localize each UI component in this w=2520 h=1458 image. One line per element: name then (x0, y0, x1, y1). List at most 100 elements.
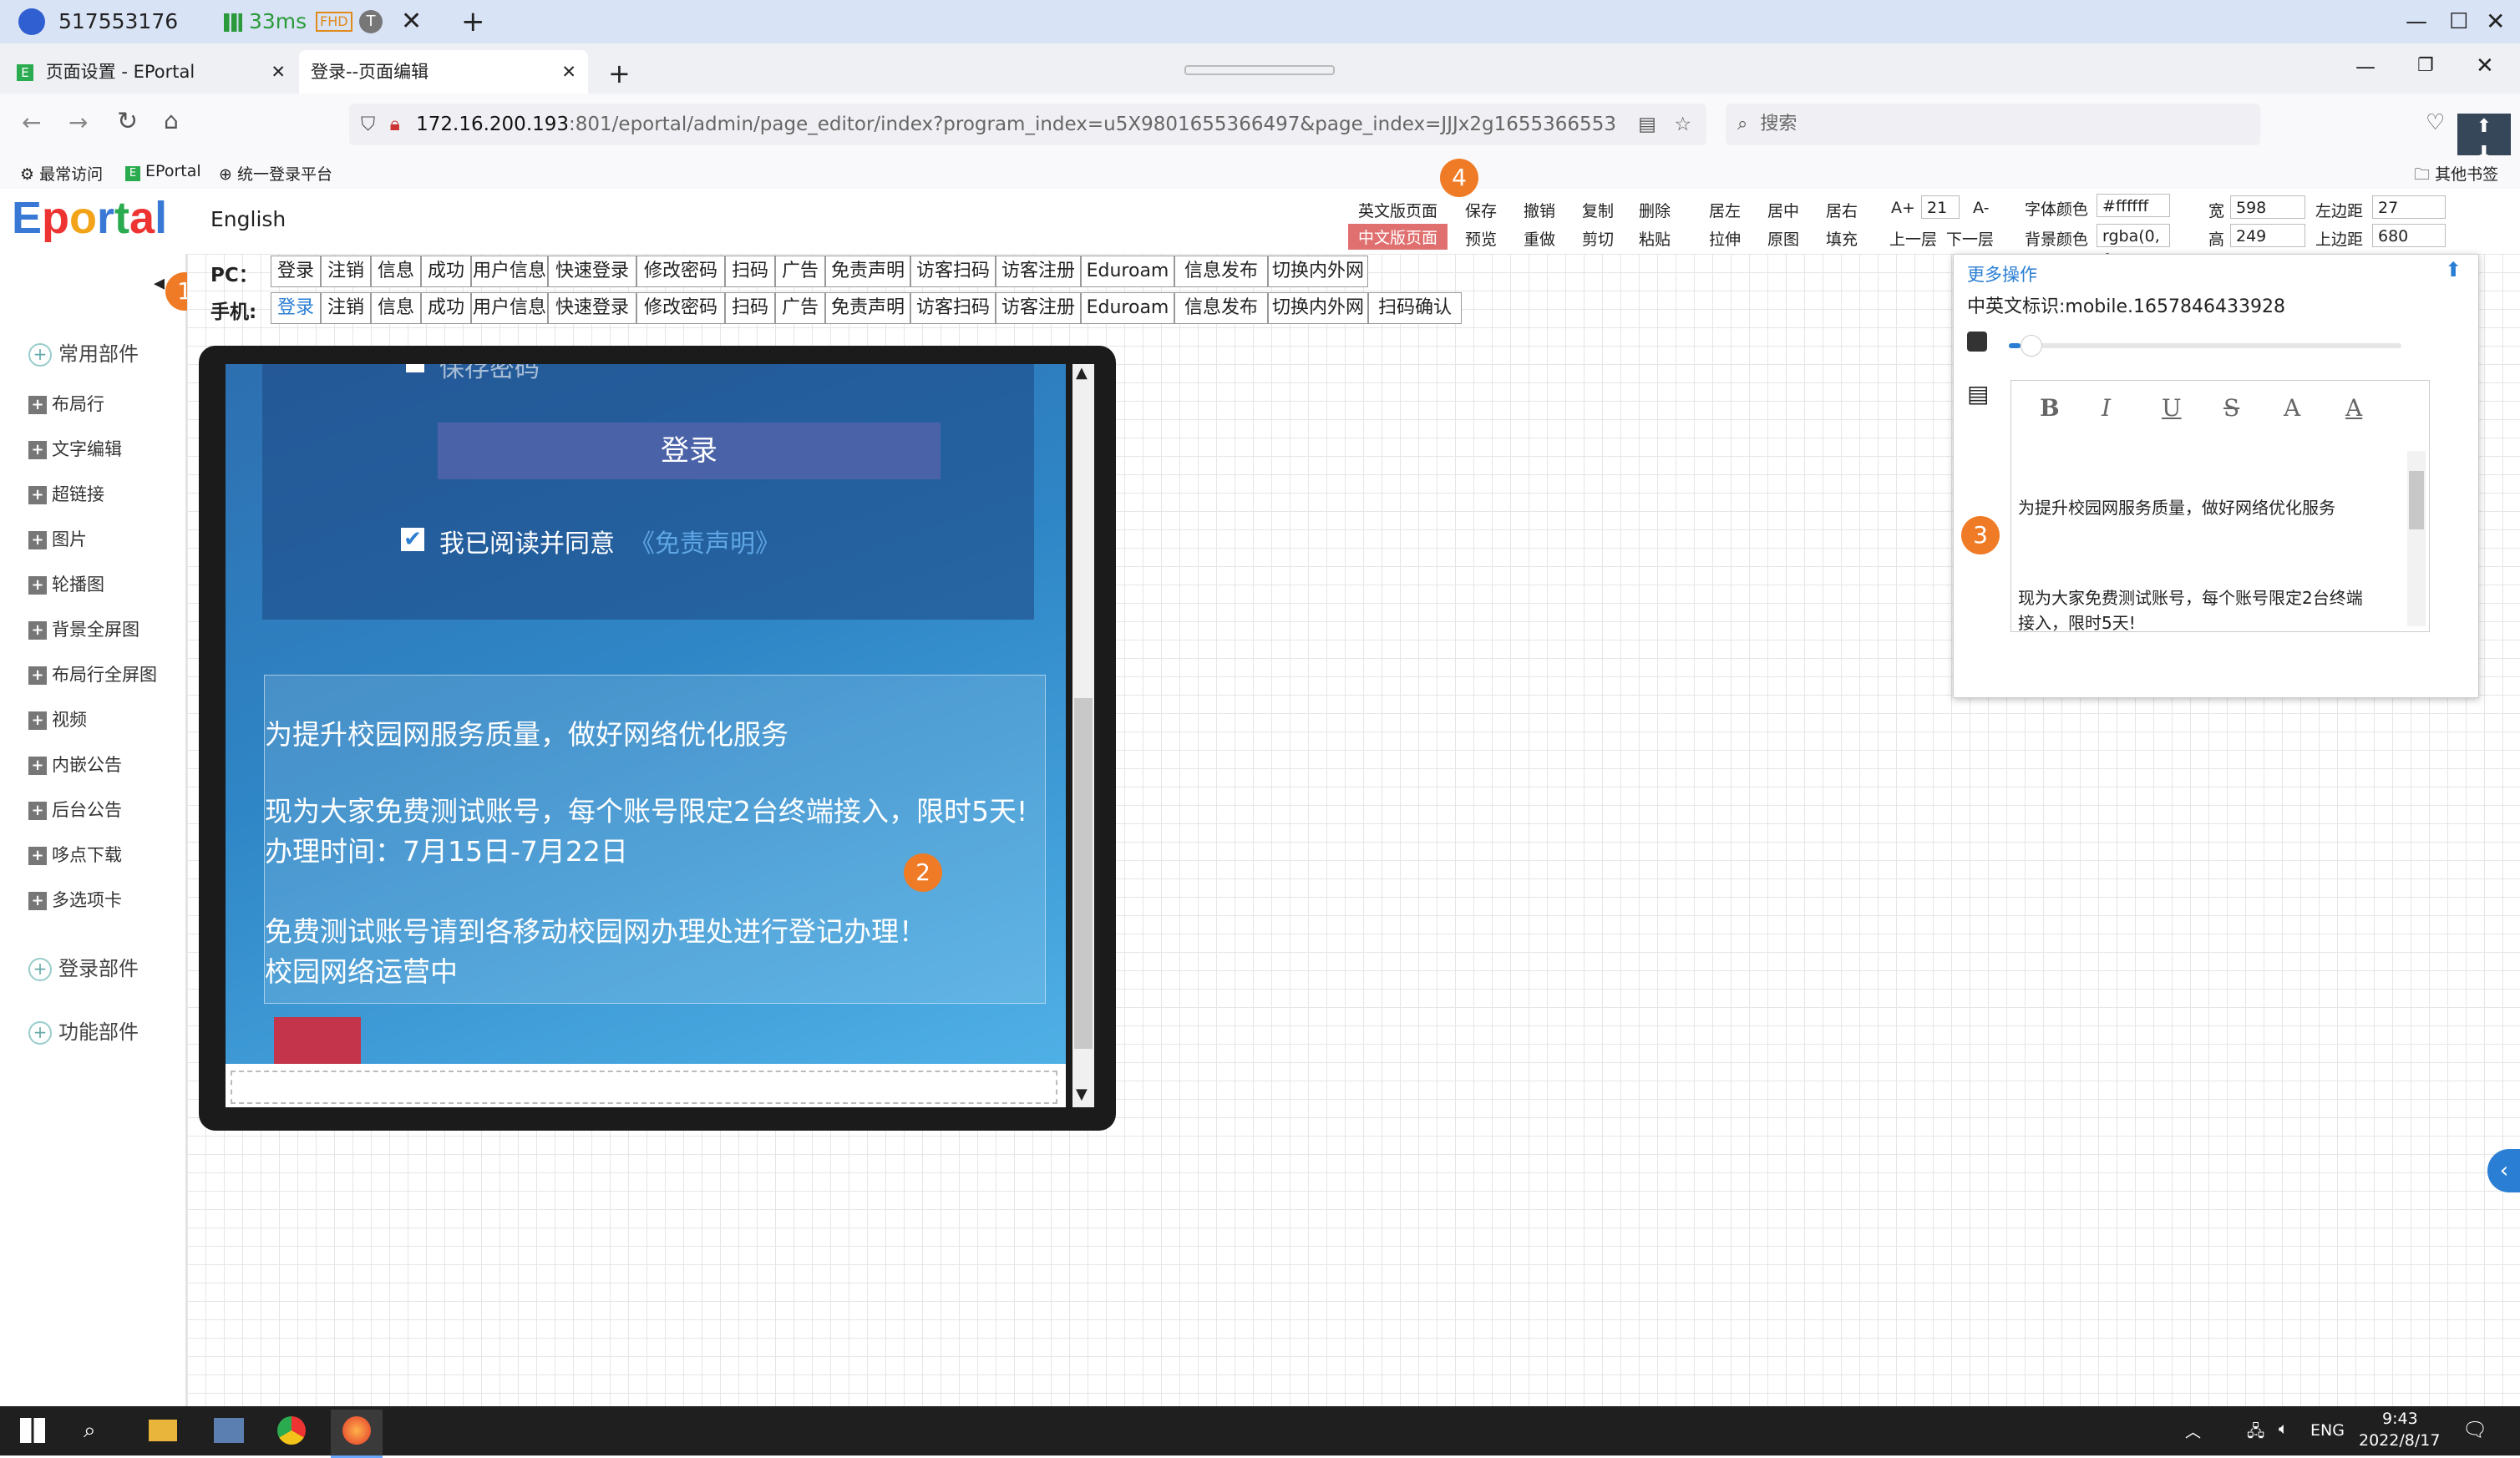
tab-close-icon[interactable]: ✕ (271, 50, 286, 94)
copy-button[interactable]: 复制 (1582, 199, 1614, 221)
align-left-button[interactable]: 居左 (1709, 199, 1741, 221)
agree-checkbox[interactable]: ✔ (401, 528, 424, 551)
pc-page-button[interactable]: 信息 (371, 256, 421, 287)
mobile-page-button[interactable]: 信息发布 (1174, 292, 1268, 324)
close-window-icon[interactable]: ✕ (2486, 0, 2505, 43)
bold-button[interactable]: B (2040, 394, 2060, 422)
close-session-icon[interactable]: ✕ (401, 0, 422, 43)
italic-button[interactable]: I (2102, 394, 2111, 422)
paste-button[interactable]: 粘贴 (1639, 227, 1671, 250)
rich-text-editor[interactable]: B I U S A A 为提升校园网服务质量，做好网络优化服务 现为大家免费测试… (2010, 380, 2430, 633)
pc-page-button[interactable]: 广告 (775, 256, 825, 287)
cut-button[interactable]: 剪切 (1582, 227, 1614, 250)
mobile-page-button[interactable]: 扫码 (725, 292, 775, 324)
forward-icon[interactable]: → (68, 109, 88, 136)
scroll-down-icon[interactable]: ▼ (1076, 1086, 1088, 1103)
fill-button[interactable]: 填充 (1826, 227, 1858, 250)
browser-tab-page-settings[interactable]: E 页面设置 - EPortal ✕ (10, 50, 294, 94)
file-explorer-icon[interactable] (149, 1420, 177, 1441)
mobile-page-button[interactable]: 注销 (321, 292, 371, 324)
bookmark-star-icon[interactable]: ☆ (1674, 104, 1691, 145)
new-tab-icon[interactable]: + (608, 52, 631, 95)
chinese-page-button[interactable]: 中文版页面 (1348, 224, 1448, 250)
component-fullscreen-bg[interactable]: + 背景全屏图 (28, 616, 139, 641)
collapse-up-icon[interactable]: ⬆ (2445, 258, 2462, 281)
search-icon[interactable]: ⌕ (84, 1418, 96, 1444)
url-bar[interactable]: ⛉ 🔒︎ 172.16.200.193:801/eportal/admin/pa… (349, 104, 1706, 145)
maximize-icon[interactable]: ☐ (2449, 0, 2468, 43)
tab-drag-handle[interactable] (1184, 65, 1335, 75)
bookmark-eportal[interactable]: E EPortal (125, 162, 201, 181)
align-right-button[interactable]: 居右 (1826, 199, 1858, 221)
pc-page-button[interactable]: Eduroam (1081, 256, 1174, 287)
preview-button[interactable]: 预览 (1465, 227, 1497, 250)
english-link[interactable]: English (210, 207, 286, 231)
group-login-components[interactable]: + 登录部件 (28, 952, 139, 981)
pc-page-button[interactable]: 用户信息 (471, 256, 548, 287)
font-color-input[interactable]: #ffffff (2097, 194, 2170, 217)
align-center-button[interactable]: 居中 (1767, 199, 1799, 221)
bring-forward-button[interactable]: 上一层 (1889, 227, 1937, 250)
new-session-icon[interactable]: + (461, 0, 485, 43)
mobile-page-button[interactable]: 登录 (271, 292, 321, 324)
component-text-editor[interactable]: + 文字编辑 (28, 436, 122, 461)
component-hyperlink[interactable]: + 超链接 (28, 481, 104, 506)
more-ops-link[interactable]: 更多操作 (1967, 261, 2037, 286)
group-function-components[interactable]: + 功能部件 (28, 1015, 139, 1045)
pc-page-button[interactable]: 信息发布 (1174, 256, 1268, 287)
drop-zone[interactable] (231, 1071, 1057, 1104)
font-color-button[interactable]: A (2284, 394, 2300, 422)
width-input[interactable]: 598 (2230, 195, 2305, 219)
pc-page-button[interactable]: 登录 (271, 256, 321, 287)
underline-button[interactable]: U (2162, 394, 2182, 422)
mobile-page-button[interactable]: 成功 (421, 292, 471, 324)
reader-icon[interactable]: ▤ (1638, 104, 1656, 145)
pc-page-button[interactable]: 扫码 (725, 256, 775, 287)
mobile-page-button[interactable]: 用户信息 (471, 292, 548, 324)
original-image-button[interactable]: 原图 (1767, 227, 1799, 250)
browser-minimize-icon[interactable]: — (2355, 55, 2375, 78)
minimize-icon[interactable]: — (2406, 0, 2427, 43)
font-bigger-button[interactable]: A+ (1891, 199, 1915, 217)
mobile-page-button[interactable]: 修改密码 (636, 292, 725, 324)
scroll-thumb[interactable] (1074, 698, 1093, 1049)
height-input[interactable]: 249 (2230, 224, 2305, 247)
bookmark-most-visited[interactable]: ⚙ 最常访问 (20, 162, 103, 185)
strikethrough-button[interactable]: S (2223, 394, 2239, 422)
input-language[interactable]: ENG (2310, 1421, 2345, 1440)
editor-scroll-thumb[interactable] (2409, 471, 2424, 529)
pc-page-button[interactable]: 访客注册 (996, 256, 1081, 287)
reload-icon[interactable]: ↻ (117, 107, 138, 136)
firefox-icon[interactable] (331, 1410, 383, 1458)
pc-page-button[interactable]: 切换内外网 (1268, 256, 1368, 287)
browser-close-icon[interactable]: ✕ (2476, 53, 2494, 78)
back-icon[interactable]: ← (22, 109, 41, 136)
mobile-page-button[interactable]: 信息 (371, 292, 421, 324)
editor-scrollbar[interactable] (2407, 451, 2426, 626)
font-smaller-button[interactable]: A- (1973, 199, 1989, 217)
pc-page-button[interactable]: 成功 (421, 256, 471, 287)
save-button[interactable]: 保存 (1465, 199, 1497, 221)
component-multi-tab[interactable]: + 多选项卡 (28, 887, 122, 912)
mobile-page-button[interactable]: 切换内外网 (1268, 292, 1368, 324)
chrome-icon[interactable] (277, 1416, 306, 1445)
home-icon[interactable]: ⌂ (164, 107, 179, 134)
scroll-up-icon[interactable]: ▲ (1076, 364, 1088, 382)
opacity-slider-track[interactable] (2009, 335, 2401, 357)
search-input[interactable]: ⌕ 搜索 (1726, 104, 2260, 145)
phone-scrollbar[interactable]: ▲ ▼ (1072, 364, 1094, 1107)
undo-button[interactable]: 撤销 (1524, 199, 1555, 221)
send-backward-button[interactable]: 下一层 (1946, 227, 1994, 250)
browser-restore-icon[interactable]: ❐ (2417, 55, 2434, 76)
tray-chevron-icon[interactable]: ︿ (2185, 1420, 2201, 1442)
remember-checkbox[interactable] (406, 364, 424, 372)
component-image[interactable]: + 图片 (28, 526, 87, 551)
mobile-page-button[interactable]: 扫码确认 (1368, 292, 1462, 324)
pc-page-button[interactable]: 访客扫码 (910, 256, 996, 287)
opacity-slider-knob[interactable] (2021, 335, 2043, 357)
mobile-page-button[interactable]: Eduroam (1081, 292, 1174, 324)
bg-color-button[interactable]: A (2345, 394, 2362, 422)
mobile-page-button[interactable]: 访客扫码 (910, 292, 996, 324)
network-icon[interactable]: 🖧︎ (2247, 1420, 2264, 1446)
windows-start-icon[interactable] (20, 1418, 45, 1443)
